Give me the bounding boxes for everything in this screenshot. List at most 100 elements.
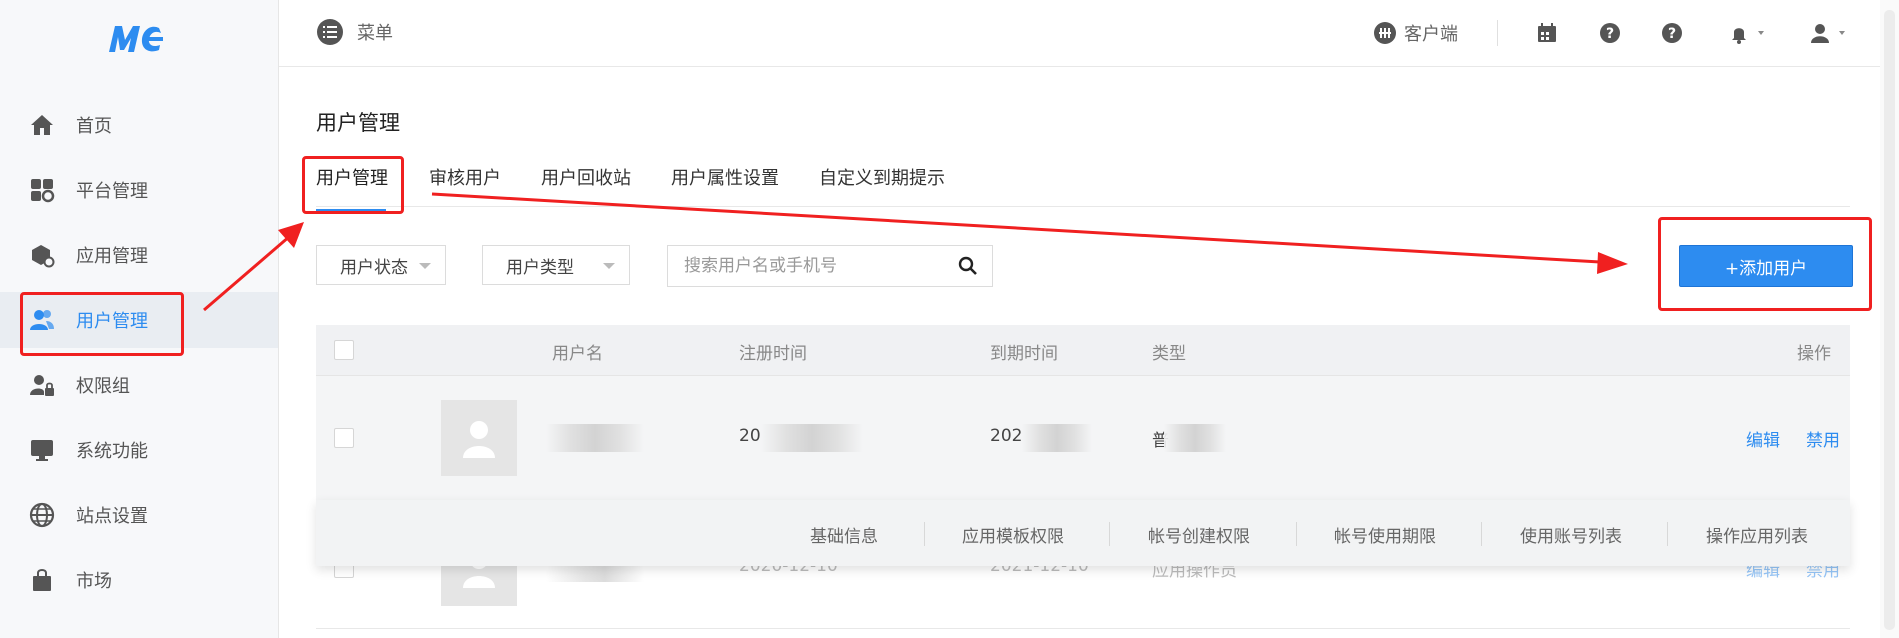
expire-time-cell: 202 <box>990 426 1022 446</box>
submenu-app-template-permission[interactable]: 应用模板权限 <box>962 522 1064 547</box>
sidebar-item-apps[interactable]: 应用管理 <box>0 227 278 283</box>
sidebar-item-label: 首页 <box>76 116 112 137</box>
logo-mark <box>109 26 163 52</box>
submenu-divider <box>924 522 925 546</box>
annotation-arrowhead <box>1597 252 1628 274</box>
sidebar-item-system[interactable]: 系统功能 <box>0 422 278 478</box>
column-header-username: 用户名 <box>552 344 603 364</box>
sidebar-item-site-settings[interactable]: 站点设置 <box>0 487 278 543</box>
expire-time-text: 202 <box>990 426 1023 446</box>
submenu-account-list[interactable]: 使用账号列表 <box>1520 522 1622 547</box>
client-icon <box>1374 22 1396 44</box>
register-time-text: 20 <box>739 426 761 446</box>
user-status-dropdown[interactable]: 用户状态 <box>316 245 446 285</box>
monitor-icon <box>28 436 56 464</box>
annotation-box-add-button <box>1658 217 1872 311</box>
sidebar-item-label: 权限组 <box>76 376 130 397</box>
bell-icon[interactable] <box>1728 20 1772 46</box>
edit-link[interactable]: 编辑 <box>1746 426 1780 451</box>
blurred-type <box>1164 424 1226 452</box>
sidebar-item-home[interactable]: 首页 <box>0 97 278 153</box>
type-cell: 应用操作员 <box>1152 566 1237 581</box>
user-placeholder-icon <box>463 566 495 588</box>
blurred-username <box>546 424 644 452</box>
select-all-checkbox[interactable] <box>334 340 354 360</box>
globe-icon <box>28 501 56 529</box>
submenu-basic-info[interactable]: 基础信息 <box>810 522 878 547</box>
client-link[interactable]: 客户端 <box>1374 18 1458 48</box>
user-lock-icon <box>28 371 56 399</box>
sidebar-item-label: 应用管理 <box>76 246 148 267</box>
search-box <box>667 245 993 287</box>
user-type-dropdown[interactable]: 用户类型 <box>482 245 630 285</box>
avatar <box>441 566 517 606</box>
avatar <box>441 400 517 476</box>
row-checkbox[interactable] <box>334 428 354 448</box>
user-placeholder-icon <box>463 421 495 458</box>
sidebar-item-label: 系统功能 <box>76 441 148 462</box>
search-icon[interactable] <box>958 256 978 276</box>
tab-custom-expiry-reminder[interactable]: 自定义到期提示 <box>819 164 945 190</box>
column-header-expire-time: 到期时间 <box>990 344 1058 364</box>
tab-user-recycle-bin[interactable]: 用户回收站 <box>541 164 631 190</box>
client-label: 客户端 <box>1404 24 1458 45</box>
register-time-cell: 2020-12-10 <box>739 566 838 576</box>
submenu-divider <box>1109 522 1110 546</box>
submenu-divider <box>1481 522 1482 546</box>
page-title: 用户管理 <box>316 111 400 135</box>
tab-user-attributes[interactable]: 用户属性设置 <box>671 164 779 190</box>
user-icon[interactable] <box>1809 20 1853 46</box>
blurred-username <box>546 566 644 582</box>
grid-gear-icon <box>28 176 56 204</box>
row-action-submenu: 基础信息 应用模板权限 帐号创建权限 帐号使用期限 使用账号列表 操作应用列表 <box>316 500 1850 566</box>
svg-text:?: ? <box>1606 26 1614 42</box>
edit-link[interactable]: 编辑 <box>1746 566 1780 581</box>
list-icon <box>317 19 343 45</box>
blurred-expire-time <box>1022 424 1092 452</box>
expire-time-cell: 2021-12-10 <box>990 566 1089 576</box>
home-icon <box>28 111 56 139</box>
sidebar-item-label: 市场 <box>76 571 112 592</box>
menu-label: 菜单 <box>357 23 393 44</box>
table-row: 20 202 普 编辑 禁用 <box>316 376 1850 501</box>
sidebar-item-label: 平台管理 <box>76 181 148 202</box>
search-input[interactable] <box>682 246 956 286</box>
calendar-icon[interactable] <box>1534 20 1560 46</box>
top-header: 菜单 客户端 ? ? <box>279 0 1899 67</box>
column-header-type: 类型 <box>1152 344 1186 364</box>
sidebar-item-market[interactable]: 市场 <box>0 552 278 608</box>
tab-review-users[interactable]: 审核用户 <box>429 164 501 190</box>
row-checkbox[interactable] <box>334 566 354 578</box>
dropdown-label: 用户类型 <box>506 257 574 278</box>
header-divider <box>1497 20 1498 46</box>
sidebar-item-permission-groups[interactable]: 权限组 <box>0 357 278 413</box>
dropdown-label: 用户状态 <box>340 257 408 278</box>
scrollbar-thumb[interactable] <box>1884 10 1895 630</box>
submenu-divider <box>1296 522 1297 546</box>
svg-text:?: ? <box>1668 26 1676 42</box>
sidebar-item-platform[interactable]: 平台管理 <box>0 162 278 218</box>
logo[interactable] <box>0 22 278 65</box>
submenu-operated-app-list[interactable]: 操作应用列表 <box>1706 522 1808 547</box>
package-gear-icon <box>28 241 56 269</box>
submenu-account-validity[interactable]: 帐号使用期限 <box>1334 522 1436 547</box>
bag-icon <box>28 566 56 594</box>
column-header-actions: 操作 <box>1797 344 1831 364</box>
blurred-register-time <box>761 424 863 452</box>
table-header: 用户名 注册时间 到期时间 类型 操作 <box>316 325 1850 376</box>
help-icon[interactable]: ? <box>1597 20 1623 46</box>
sidebar-item-label: 站点设置 <box>76 506 148 527</box>
annotation-arrowhead <box>278 222 304 248</box>
help-icon[interactable]: ? <box>1659 20 1685 46</box>
disable-link[interactable]: 禁用 <box>1806 426 1840 451</box>
submenu-divider <box>1667 522 1668 546</box>
disable-link[interactable]: 禁用 <box>1806 566 1840 581</box>
annotation-box-tab <box>302 156 404 214</box>
menu-toggle-button[interactable]: 菜单 <box>317 19 393 45</box>
submenu-account-create-permission[interactable]: 帐号创建权限 <box>1148 522 1250 547</box>
register-time-cell: 20 <box>739 426 761 446</box>
caret-down-icon <box>419 263 431 269</box>
caret-down-icon <box>603 263 615 269</box>
tab-bar: 用户管理 审核用户 用户回收站 用户属性设置 自定义到期提示 <box>316 156 1850 212</box>
table-row: 2020-12-10 2021-12-10 应用操作员 编辑 禁用 <box>316 566 1850 629</box>
